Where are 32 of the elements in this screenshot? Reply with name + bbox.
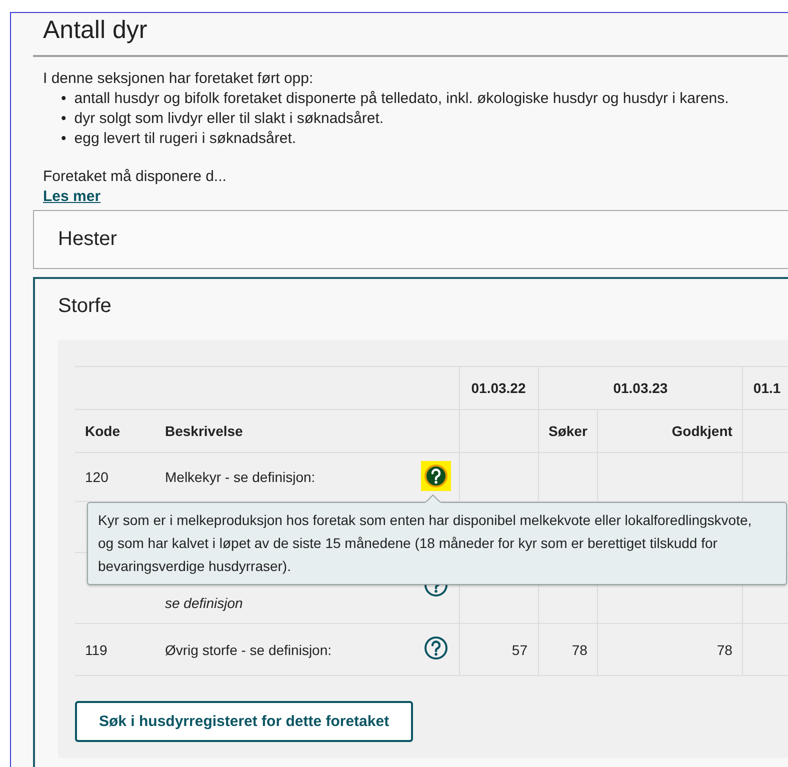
column-header: Godkjent bbox=[672, 423, 732, 439]
column-header: Beskrivelse bbox=[165, 423, 243, 439]
description-cell: Øvrig storfe - se definisjon: bbox=[165, 642, 332, 658]
panel-title: Hester bbox=[57, 227, 117, 252]
bullet-item: egg levert til rugeri i søknadsåret. bbox=[74, 129, 296, 149]
column-header: 01.03.22 bbox=[471, 380, 526, 396]
panel-title: Storfe bbox=[57, 294, 112, 319]
bullet-item: antall husdyr og bifolk foretaket disponerte på telledato, inkl. økologiske husdyr og husdyr i karens. bbox=[74, 89, 729, 109]
code-cell: 119 bbox=[85, 642, 108, 658]
search-register-button[interactable]: Søk i husdyrregisteret for dette foretaket bbox=[75, 701, 414, 742]
code-cell: 120 bbox=[85, 469, 108, 485]
accordion-panel[interactable]: Hester bbox=[33, 210, 788, 269]
value-cell: 78 bbox=[716, 642, 732, 658]
accordion-panel[interactable] bbox=[33, 277, 788, 767]
read-more-link[interactable]: Les mer bbox=[43, 188, 101, 205]
column-header: Søker bbox=[548, 423, 588, 439]
column-header: 01.03.23 bbox=[613, 380, 668, 396]
bullet-marker: • bbox=[61, 89, 66, 109]
column-header: 01.1 bbox=[753, 380, 781, 396]
tooltip-text: Kyr som er i melkeproduksjon hos foretak som enten har disponibel melkekvote eller lokalforedlingskvote, og som har kalvet i løpet av de siste 15 månedene (18 måneder for kyr som er berettiget tilskudd for bevaringsverdige husdyrraser). bbox=[98, 512, 752, 574]
intro-text: I denne seksjonen har foretaket ført opp: bbox=[43, 70, 314, 87]
bullet-marker: • bbox=[61, 109, 66, 129]
page-heading: Antall dyr bbox=[33, 13, 788, 57]
summary-text: Foretaket må disponere d... bbox=[43, 167, 228, 187]
value-cell: 57 bbox=[512, 642, 528, 658]
description-cell: Melkekyr - se definisjon: bbox=[165, 469, 316, 485]
column-header: Kode bbox=[85, 423, 120, 439]
description-cell: se definisjon bbox=[165, 595, 243, 611]
value-cell: 78 bbox=[572, 642, 588, 658]
bullet-marker: • bbox=[61, 129, 66, 149]
bullet-item: dyr solgt som livdyr eller til slakt i søknadsåret. bbox=[74, 109, 384, 129]
help-icon[interactable] bbox=[420, 460, 450, 490]
